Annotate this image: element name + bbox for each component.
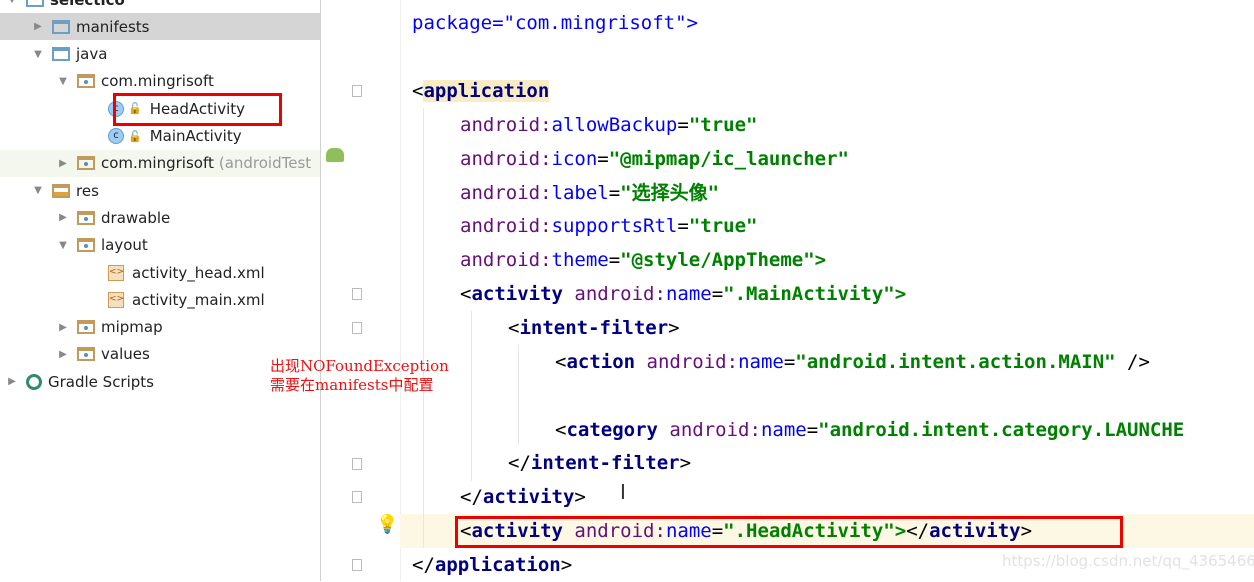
code-line-attribute: android:allowBackup="true" <box>460 114 758 136</box>
fold-marker[interactable] <box>352 491 362 503</box>
annotation-note: 出现NOFoundException 需要在manifests中配置 <box>270 357 449 394</box>
code-line-intent-filter-close: </intent-filter> <box>508 452 692 474</box>
watermark: https://blog.csdn.net/qq_43654669 <box>1002 552 1254 570</box>
lightbulb-icon[interactable]: 💡 <box>376 514 398 535</box>
highlight-box-headactivity <box>113 93 282 126</box>
fold-marker[interactable] <box>352 458 362 470</box>
fold-marker[interactable] <box>352 559 362 571</box>
fold-marker[interactable] <box>352 85 362 97</box>
code-line-attribute: android:supportsRtl="true" <box>460 215 758 238</box>
fold-marker[interactable] <box>352 322 362 334</box>
code-line-attribute: android:theme="@style/AppTheme"> <box>460 249 827 272</box>
indent-guide <box>471 311 472 481</box>
code-line-package: package="com.mingrisoft"> <box>412 12 698 34</box>
code-line-attribute: android:label="选择头像" <box>460 181 720 204</box>
code-line-application-open: <application <box>412 80 550 102</box>
code-line-activity-close: </activity> <box>460 486 586 508</box>
code-line-application-close: </application> <box>412 554 573 576</box>
code-editor[interactable]: package="com.mingrisoft"> <application a… <box>0 0 1254 581</box>
indent-guide <box>518 345 519 445</box>
android-icon <box>326 148 344 162</box>
highlight-box-head-activity-line <box>455 516 1123 548</box>
text-cursor-icon: I <box>620 480 626 504</box>
fold-marker[interactable] <box>352 288 362 300</box>
code-line-intent-filter: <intent-filter> <box>508 317 680 339</box>
code-line-main-activity: <activity android:name=".MainActivity"> <box>460 283 907 305</box>
code-line-category: <category android:name="android.intent.c… <box>555 419 1185 441</box>
code-line-action: <action android:name="android.intent.act… <box>555 351 1150 373</box>
code-line-attribute: android:icon="@mipmap/ic_launcher" <box>460 147 849 170</box>
indent-guide <box>423 108 424 548</box>
